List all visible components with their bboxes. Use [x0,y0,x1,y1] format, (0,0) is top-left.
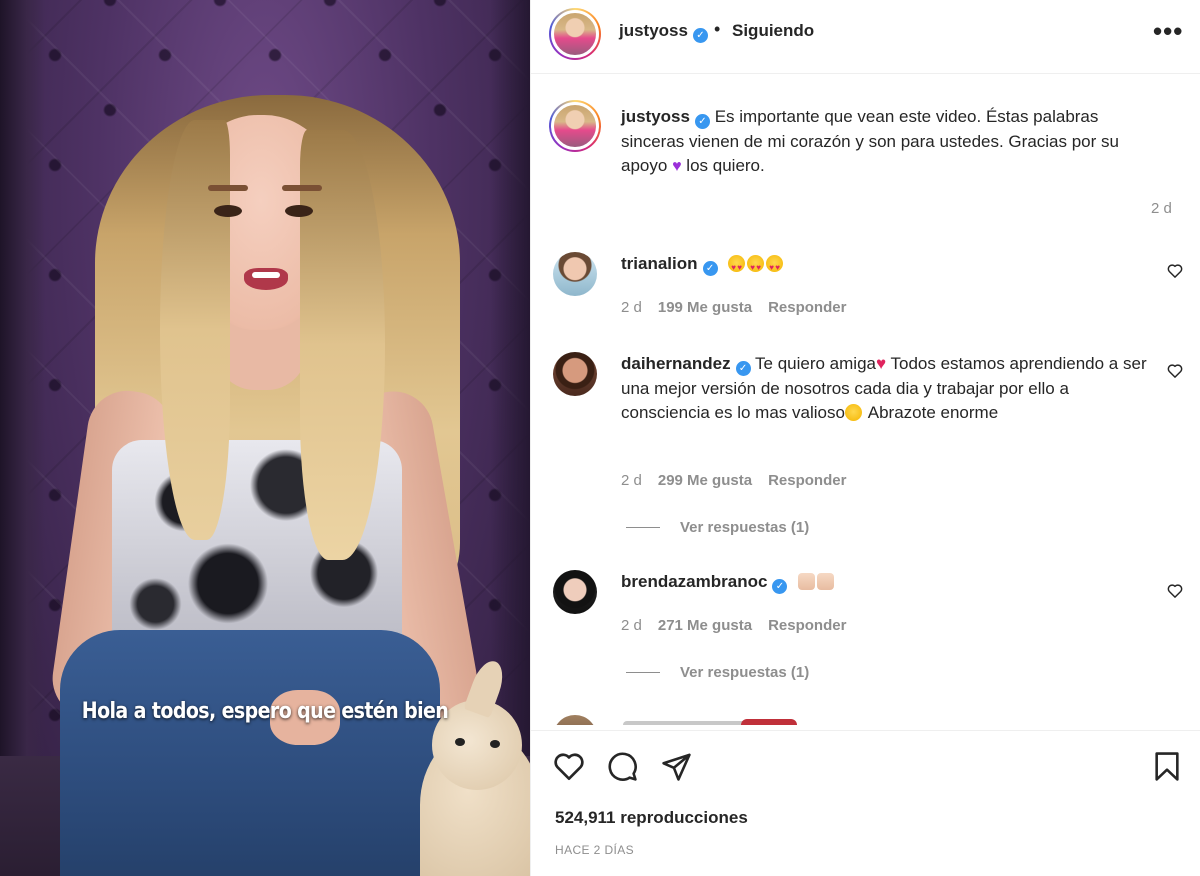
post-actions: 524,911 reproducciones HACE 2 DÍAS [531,730,1200,876]
verified-badge-icon: ✓ [694,114,710,129]
separator-dot: • [714,19,721,39]
author-username[interactable]: justyoss [619,21,688,40]
like-heart-icon[interactable] [553,751,585,781]
author-avatar[interactable] [549,8,601,60]
verified-badge-icon: ✓ [772,579,788,594]
author-username-link[interactable]: justyoss ✓ [619,21,708,43]
reply-button[interactable]: Responder [768,299,846,316]
reply-button[interactable]: Responder [768,472,846,489]
hearts-emoji-icon [741,719,797,725]
comment-like-count[interactable]: 271 Me gusta [658,617,752,634]
commenter-username[interactable]: trianalion [621,254,698,273]
commenter-username[interactable]: daihernandez [621,354,731,373]
post-timestamp[interactable]: HACE 2 DÍAS [555,843,634,857]
person-mouth [244,268,288,290]
instagram-post-modal: Hola a todos, espero que estén bien just… [0,0,1200,876]
comments-section[interactable]: justyoss ✓ Es importante que vean este vi… [531,75,1200,725]
verified-badge-icon: ✓ [702,261,718,276]
comment-bubble-icon[interactable] [607,751,638,782]
comment-like-count[interactable]: 299 Me gusta [658,472,752,489]
view-count[interactable]: 524,911 reproducciones [555,808,748,828]
following-button[interactable]: Siguiendo [732,21,814,41]
comment-like-count[interactable]: 199 Me gusta [658,299,752,316]
caption-username[interactable]: justyoss [621,107,690,126]
verified-badge-icon: ✓ [735,361,751,376]
save-bookmark-icon[interactable] [1153,751,1181,782]
chihuahua-dog [420,656,530,876]
like-comment-heart-icon[interactable] [1167,263,1183,278]
purple-heart-icon: ♥ [672,158,682,175]
more-options-icon[interactable]: ••• [1153,16,1183,47]
person-jeans [60,630,440,876]
raising-hands-emoji-icon [798,572,836,591]
heart-eyes-emoji-icon [728,254,785,281]
sparkling-heart-icon: ♥ [875,354,887,373]
commenter-avatar[interactable] [553,352,597,396]
commenter-avatar[interactable] [553,570,597,614]
video-player[interactable]: Hola a todos, espero que estén bien [0,0,530,876]
post-side-panel: justyoss ✓ • Siguiendo ••• justyoss ✓ Es i… [530,0,1200,876]
video-subtitle: Hola a todos, espero que estén bien [81,698,449,724]
commenter-username[interactable]: brendazambranoc [621,572,767,591]
view-replies-button[interactable]: Ver respuestas (1) [626,519,809,536]
commenter-avatar[interactable] [553,252,597,296]
smile-emoji-icon [844,404,862,421]
share-paper-plane-icon[interactable] [661,751,692,782]
like-comment-heart-icon[interactable] [1167,583,1183,598]
caption-author-avatar[interactable] [549,100,601,152]
verified-badge-icon: ✓ [692,28,708,43]
curtain-left [0,0,45,876]
commenter-avatar[interactable] [553,715,597,725]
caption-age: 2 d [1151,200,1172,217]
like-comment-heart-icon[interactable] [1167,363,1183,378]
post-header: justyoss ✓ • Siguiendo ••• [531,0,1200,74]
reply-button[interactable]: Responder [768,617,846,634]
view-replies-button[interactable]: Ver respuestas (1) [626,664,809,681]
